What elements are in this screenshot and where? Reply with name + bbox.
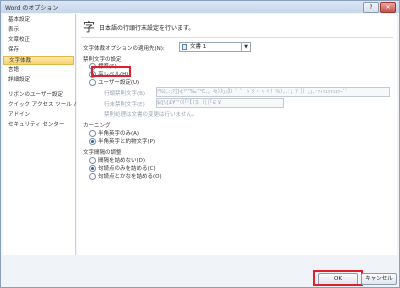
scope-value: 文書 1: [190, 44, 207, 50]
dialog-footer: OK キャンセル: [1, 257, 399, 287]
radio-kerning-alpha-label[interactable]: 半角英字のみ(A): [98, 129, 139, 137]
kerning-group-label: カーニング: [83, 123, 111, 129]
radio-compress-punct-kana-label[interactable]: 句読点とかなを詰める(O): [98, 172, 162, 180]
document-icon: [182, 44, 187, 50]
sidebar-item-proofing[interactable]: 文章校正: [3, 36, 74, 45]
scope-select[interactable]: 文書 1 ▼: [179, 42, 251, 52]
options-window: Word のオプション ? ✕ 基本設定 表示 文章校正 保存 文字体裁 言語 …: [0, 0, 400, 288]
ok-highlight-box: [313, 270, 363, 286]
radio-compress-punct-kana[interactable]: [89, 173, 96, 180]
kinsoku-note: 禁則処理は文書の変更は行いません。: [104, 112, 198, 118]
spacing-group-label: 文字間隔の調整: [83, 150, 122, 156]
end-chars-label: 行末禁則文字(E): [104, 102, 145, 108]
radio-kerning-alpha-punct[interactable]: [89, 138, 96, 145]
typography-icon: 字: [83, 20, 96, 34]
help-button[interactable]: ?: [363, 2, 379, 13]
window-title: Word のオプション: [5, 5, 59, 12]
radio-compress-punct[interactable]: [89, 165, 96, 172]
highlight-box: [91, 66, 131, 77]
sidebar: 基本設定 表示 文章校正 保存 文字体裁 言語 詳細設定 リボンのユーザー設定 …: [3, 14, 84, 255]
radio-compress-punct-label[interactable]: 句読点のみを詰める(C): [98, 164, 156, 172]
sidebar-item-advanced[interactable]: 詳細設定: [3, 76, 74, 85]
sidebar-item-general[interactable]: 基本設定: [3, 16, 74, 25]
scope-label: 文字体裁オプションの適用先(N):: [83, 46, 165, 52]
radio-kerning-alpha[interactable]: [89, 130, 96, 137]
radio-no-compress-label[interactable]: 間隔を詰めない(D): [98, 156, 145, 164]
cancel-button[interactable]: キャンセル: [361, 273, 397, 285]
radio-kerning-alpha-punct-label[interactable]: 半角英字と約物文字(P): [98, 137, 155, 145]
sidebar-item-save[interactable]: 保存: [3, 46, 74, 55]
radio-user-defined[interactable]: [89, 79, 96, 86]
sidebar-item-language[interactable]: 言語: [3, 66, 74, 75]
header-divider: [81, 37, 393, 38]
close-button[interactable]: ✕: [380, 2, 396, 13]
chevron-down-icon[interactable]: ▼: [241, 43, 250, 51]
sidebar-item-trust-center[interactable]: セキュリティ センター: [3, 121, 74, 130]
end-chars-field[interactable]: $([\{£¥‘“〈《「『【〔＄（［｛｢￡￥: [156, 98, 284, 108]
start-chars-field[interactable]: !%),.:;?]}¢°’”‰′″℃、。々〉》」』】〕゛゜ゝゞ・ヽヾ！％），．：…: [156, 87, 390, 97]
radio-no-compress[interactable]: [89, 157, 96, 164]
sidebar-item-addins[interactable]: アドイン: [3, 111, 74, 120]
page-description: 日本語の行頭行末設定を行います。: [99, 25, 195, 32]
sidebar-item-typography[interactable]: 文字体裁: [3, 56, 74, 65]
title-bar[interactable]: Word のオプション ? ✕: [1, 1, 399, 13]
content-pane: 字 日本語の行頭行末設定を行います。 文字体裁オプションの適用先(N): 文書 …: [77, 14, 397, 255]
sidebar-item-display[interactable]: 表示: [3, 26, 74, 35]
sidebar-item-quick-access-toolbar[interactable]: クイック アクセス ツール バー: [3, 101, 84, 110]
start-chars-label: 行頭禁則文字(B): [104, 91, 146, 97]
radio-user-defined-label[interactable]: ユーザー設定(U): [98, 78, 139, 86]
sidebar-item-customize-ribbon[interactable]: リボンのユーザー設定: [3, 91, 74, 100]
